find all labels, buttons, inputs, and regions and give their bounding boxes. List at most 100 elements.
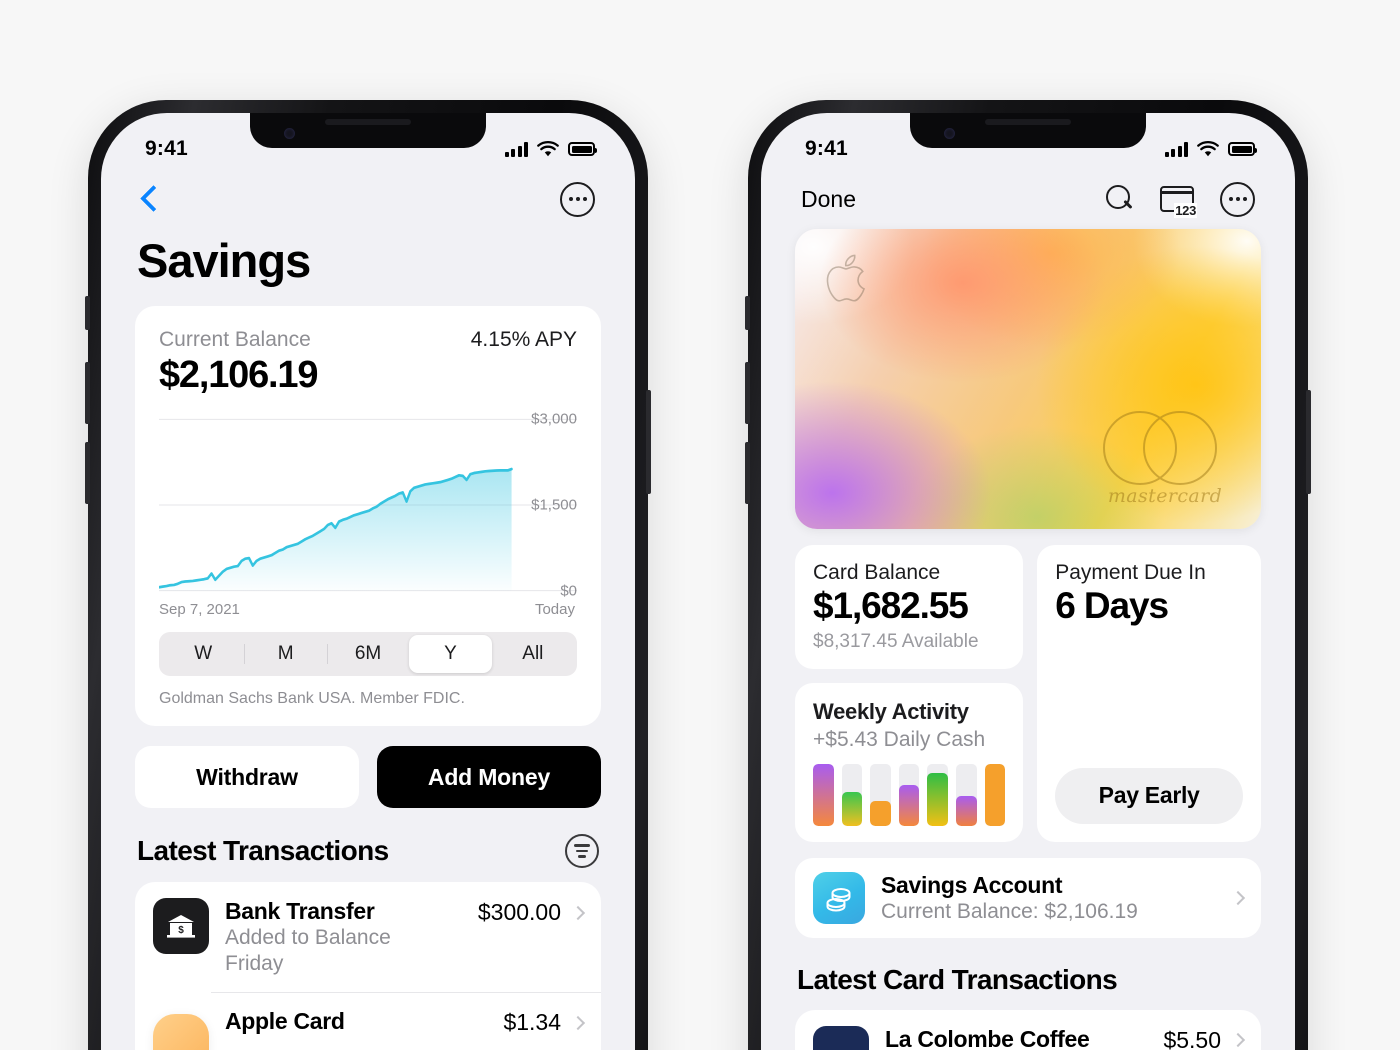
mute-switch[interactable] [85, 296, 90, 330]
status-icons [1164, 140, 1257, 158]
chevron-right-icon [1230, 1033, 1246, 1048]
transaction-right: $5.50 [1163, 1026, 1246, 1050]
weekly-bar-fill [870, 800, 891, 826]
savings-account-subtitle: Current Balance: $2,106.19 [881, 899, 1138, 923]
segment-m[interactable]: M [244, 635, 326, 673]
transaction-right: $1.34 [503, 1008, 586, 1036]
withdraw-button[interactable]: Withdraw [135, 746, 359, 808]
card-available-amount: $8,317.45 Available [813, 630, 979, 652]
weekly-activity-label: Weekly Activity [813, 698, 969, 724]
chart-y-tick: $0 [560, 582, 577, 600]
payment-due-value: 6 Days [1055, 585, 1169, 626]
segment-y[interactable]: Y [409, 635, 492, 673]
savings-actions: Withdraw Add Money [135, 746, 601, 808]
weekly-activity-bar-chart [813, 763, 1006, 826]
add-money-button[interactable]: Add Money [377, 746, 601, 808]
ellipsis-circle-icon[interactable] [1220, 181, 1255, 217]
screen-savings: 9:41 Savings Current Balance 4.15% APY $… [101, 113, 635, 1050]
weekly-activity-card[interactable]: Weekly Activity +$5.43 Daily Cash [795, 682, 1024, 842]
wifi-icon [1197, 140, 1219, 156]
front-camera-icon [944, 128, 955, 139]
transaction-subtitle: Added to Balance [225, 926, 391, 950]
bank-icon: $ [153, 898, 209, 954]
front-camera-icon [284, 128, 295, 139]
phone-right: 9:41 Done 123 mastercard Card Balance $1… [745, 100, 1311, 1050]
screenshot-canvas: 9:41 Savings Current Balance 4.15% APY $… [0, 0, 1400, 1050]
weekly-bar [841, 763, 863, 826]
weekly-bar [984, 763, 1006, 826]
savings-account-row[interactable]: Savings Account Current Balance: $2,106.… [795, 857, 1261, 938]
table-row[interactable]: Apple Card $1.34 [135, 992, 601, 1050]
transaction-text: Apple Card [225, 1008, 487, 1035]
volume-down-button[interactable] [85, 442, 90, 504]
weekly-bar-fill [956, 795, 977, 826]
notch [250, 113, 486, 148]
segment-6m[interactable]: 6M [326, 635, 409, 673]
weekly-bar [927, 763, 949, 826]
status-clock: 9:41 [145, 137, 188, 160]
balance-header-row: Current Balance 4.15% APY [159, 328, 577, 352]
weekly-bar-fill [927, 773, 949, 826]
latest-card-transactions-title: Latest Card Transactions [797, 963, 1118, 995]
weekly-bar [813, 763, 834, 826]
pay-early-button[interactable]: Pay Early [1055, 767, 1243, 824]
weekly-bar-fill [898, 785, 920, 826]
screen-apple-card: 9:41 Done 123 mastercard Card Balance $1… [761, 113, 1295, 1050]
chart-x-start: Sep 7, 2021 [159, 601, 240, 618]
transaction-amount: $5.50 [1163, 1026, 1221, 1050]
latest-transactions-header: Latest Transactions [135, 834, 601, 868]
segment-w[interactable]: W [162, 635, 244, 673]
mute-switch[interactable] [745, 296, 750, 330]
nav-bar-left [101, 169, 635, 223]
apple-card-content: mastercard Card Balance $1,682.55 $8,317… [761, 229, 1295, 1050]
filter-circle-icon[interactable] [565, 834, 599, 868]
volume-up-button[interactable] [745, 362, 750, 424]
ellipsis-circle-icon[interactable] [560, 181, 595, 217]
status-icons [504, 140, 597, 158]
apple-card-icon [153, 1014, 209, 1050]
card-balance-card[interactable]: Card Balance $1,682.55 $8,317.45 Availab… [795, 545, 1024, 669]
time-range-segmented-control[interactable]: W M 6M Y All [159, 632, 577, 676]
done-button[interactable]: Done [801, 186, 856, 213]
transaction-amount: $1.34 [503, 1009, 561, 1036]
table-row[interactable]: La Colombe Coffee $5.50 [795, 1010, 1261, 1050]
power-button[interactable] [1306, 390, 1311, 494]
chevron-left-icon[interactable] [141, 185, 157, 213]
power-button[interactable] [646, 390, 651, 494]
card-balance-label: Card Balance [813, 561, 941, 584]
battery-icon [568, 142, 597, 156]
segment-all[interactable]: All [492, 635, 574, 673]
card-balance-amount: $1,682.55 [813, 585, 969, 626]
latest-card-transactions-header: Latest Card Transactions [795, 964, 1261, 996]
savings-chart[interactable]: $0 $1,500 $3,000 [159, 411, 577, 599]
chart-y-axis-labels: $0 $1,500 $3,000 [501, 411, 577, 599]
card-123-icon[interactable]: 123 [1160, 186, 1197, 218]
coffee-merchant-icon [813, 1025, 869, 1050]
transaction-amount: $300.00 [477, 899, 561, 925]
apple-card-visual[interactable]: mastercard [795, 229, 1261, 529]
transaction-text: Bank Transfer Added to Balance Friday [225, 898, 462, 976]
daily-cash-value: +$5.43 Daily Cash [813, 727, 986, 751]
phone-left: 9:41 Savings Current Balance 4.15% APY $… [85, 100, 651, 1050]
payment-due-card[interactable]: Payment Due In 6 Days Pay Early [1037, 545, 1261, 842]
weekly-bar [898, 763, 920, 826]
payment-due-label: Payment Due In [1055, 561, 1206, 584]
chart-x-end: Today [534, 601, 575, 618]
apple-logo-icon [826, 254, 866, 302]
weekly-bar [956, 763, 977, 826]
bank-disclaimer: Goldman Sachs Bank USA. Member FDIC. [159, 690, 465, 707]
transaction-title: La Colombe Coffee [885, 1025, 1090, 1050]
svg-text:$: $ [178, 925, 184, 936]
chart-y-tick: $1,500 [531, 496, 577, 514]
balance-amount: $2,106.19 [159, 354, 318, 396]
savings-account-title: Savings Account [881, 871, 1063, 898]
volume-down-button[interactable] [745, 442, 750, 504]
earpiece-speaker [985, 119, 1071, 125]
card-transactions-list: La Colombe Coffee $5.50 [795, 1009, 1261, 1050]
search-icon[interactable] [1106, 185, 1134, 213]
volume-up-button[interactable] [85, 362, 90, 424]
chart-x-axis-labels: Sep 7, 2021 Today [159, 601, 577, 618]
table-row[interactable]: $ Bank Transfer Added to Balance Friday … [135, 882, 601, 992]
chevron-right-icon [570, 1015, 586, 1030]
status-clock: 9:41 [805, 137, 848, 160]
